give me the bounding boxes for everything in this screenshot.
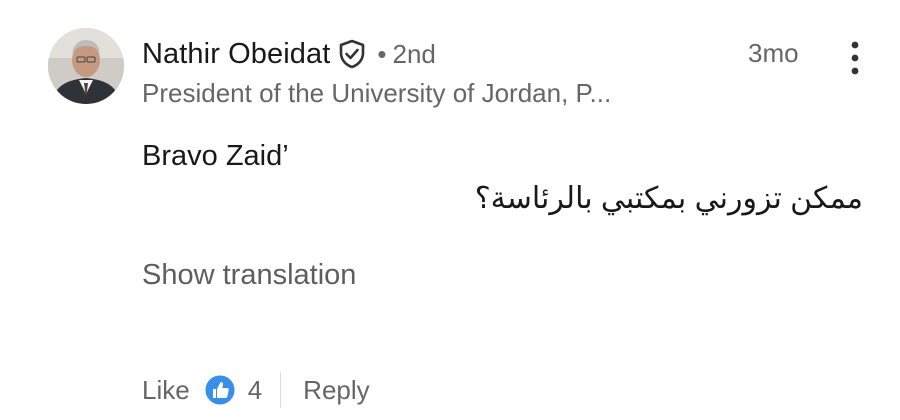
reply-button[interactable]: Reply	[303, 375, 369, 406]
verified-shield-icon	[337, 39, 367, 69]
author-headline: President of the University of Jordan, P…	[142, 78, 612, 108]
separator-dot: •	[377, 38, 387, 69]
more-options-button[interactable]	[840, 36, 870, 80]
show-translation-button[interactable]: Show translation	[142, 259, 356, 292]
connection-degree: 2nd	[392, 38, 436, 69]
like-button[interactable]: Like	[142, 375, 190, 406]
like-reaction-icon[interactable]	[204, 374, 236, 406]
author-name[interactable]: Nathir Obeidat	[142, 38, 330, 71]
comment-actions: Like 4 Reply	[142, 368, 370, 412]
author-line: Nathir Obeidat • 2nd	[142, 34, 436, 74]
more-vertical-icon	[851, 41, 859, 75]
like-count: 4	[247, 374, 263, 405]
comment-timestamp: 3mo	[748, 38, 799, 68]
avatar-photo	[48, 28, 124, 104]
action-divider	[280, 372, 282, 408]
comment-card: Nathir Obeidat • 2nd President of the Un…	[0, 0, 900, 420]
avatar[interactable]	[48, 28, 124, 104]
comment-text-ar: ممكن تزورني بمكتبي بالرئاسة؟	[474, 182, 863, 215]
comment-text-en: Bravo Zaid’	[142, 140, 289, 172]
